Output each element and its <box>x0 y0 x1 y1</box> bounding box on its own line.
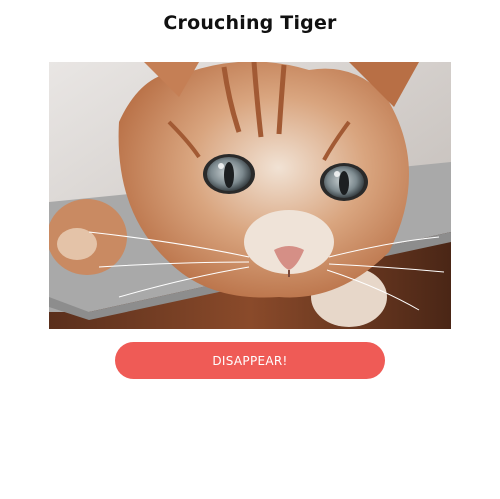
page: Crouching Tiger DISAPPEAR! <box>0 0 500 499</box>
cat-photo-graphic <box>49 62 451 329</box>
disappear-button[interactable]: DISAPPEAR! <box>115 342 385 379</box>
page-title: Crouching Tiger <box>163 12 337 34</box>
cat-image <box>49 62 451 329</box>
